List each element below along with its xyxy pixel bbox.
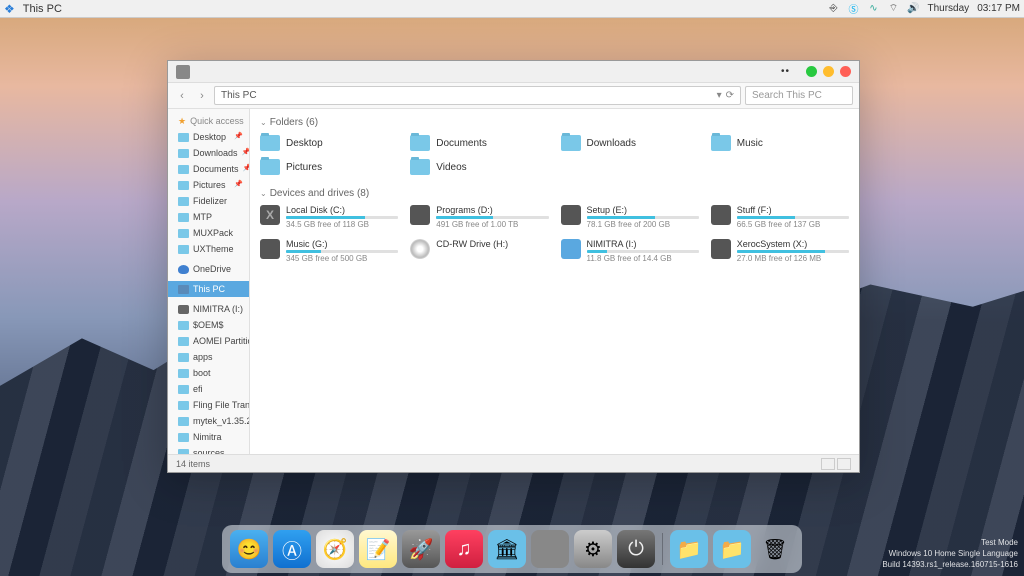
menubar-title[interactable]: This PC bbox=[23, 3, 62, 15]
content-pane: ⌄Folders (6) Desktop Documents Downloads Mu… bbox=[250, 109, 859, 454]
search-input[interactable]: Search This PC bbox=[745, 86, 853, 105]
drive-icon bbox=[561, 205, 581, 225]
dock-notes[interactable]: 📝 bbox=[359, 530, 397, 568]
dock-folder3[interactable]: 📁 bbox=[713, 530, 751, 568]
sidebar-item[interactable]: sources bbox=[168, 445, 249, 454]
tray-icon-1[interactable]: ⎆ bbox=[828, 3, 840, 15]
address-dropdown-icon[interactable]: ▾ bbox=[717, 90, 722, 101]
status-text: 14 items bbox=[176, 459, 210, 469]
folder-icon bbox=[410, 135, 430, 151]
folders-header[interactable]: ⌄Folders (6) bbox=[258, 113, 851, 132]
folder-item[interactable]: Desktop bbox=[258, 132, 400, 154]
sidebar-item[interactable]: Nimitra bbox=[168, 429, 249, 445]
sidebar-item[interactable]: boot bbox=[168, 365, 249, 381]
drive-icon bbox=[711, 205, 731, 225]
sidebar-item[interactable]: UXTheme bbox=[168, 241, 249, 257]
view-icons-button[interactable] bbox=[837, 458, 851, 470]
menubar-day[interactable]: Thursday bbox=[928, 3, 970, 14]
sidebar-item[interactable]: Desktop📌 bbox=[168, 129, 249, 145]
address-text: This PC bbox=[221, 90, 257, 101]
sidebar-item[interactable]: mytek_v1.35.22_setup bbox=[168, 413, 249, 429]
dock-trash[interactable]: 🗑 bbox=[756, 530, 794, 568]
drive-icon bbox=[410, 205, 430, 225]
sidebar-item[interactable]: $OEM$ bbox=[168, 317, 249, 333]
tray-icon-wifi[interactable]: ⌔ bbox=[888, 3, 900, 15]
drive-item[interactable]: Music (G:)345 GB free of 500 GB bbox=[258, 237, 400, 265]
sidebar-this-pc[interactable]: This PC bbox=[168, 281, 249, 297]
dock-itunes[interactable]: ♫ bbox=[445, 530, 483, 568]
sidebar-item[interactable]: Fidelizer bbox=[168, 193, 249, 209]
sidebar-item[interactable]: MUXPack bbox=[168, 225, 249, 241]
sidebar-item[interactable]: Pictures📌 bbox=[168, 177, 249, 193]
titlebar[interactable]: •• bbox=[168, 61, 859, 83]
close-button[interactable] bbox=[840, 66, 851, 77]
drive-icon bbox=[260, 205, 280, 225]
drives-header[interactable]: ⌄Devices and drives (8) bbox=[258, 184, 851, 203]
titlebar-dots: •• bbox=[781, 66, 790, 77]
dock-finder[interactable]: 😊 bbox=[230, 530, 268, 568]
view-details-button[interactable] bbox=[821, 458, 835, 470]
refresh-icon[interactable]: ⟳ bbox=[726, 90, 734, 101]
drive-icon bbox=[711, 239, 731, 259]
folder-icon bbox=[711, 135, 731, 151]
tray-icon-network[interactable]: ∿ bbox=[868, 3, 880, 15]
dock-folder2[interactable]: 📁 bbox=[670, 530, 708, 568]
drive-item[interactable]: Programs (D:)491 GB free of 1.00 TB bbox=[408, 203, 550, 231]
forward-button[interactable]: › bbox=[194, 88, 210, 104]
folder-item[interactable]: Music bbox=[709, 132, 851, 154]
folder-item[interactable]: Downloads bbox=[559, 132, 701, 154]
statusbar: 14 items bbox=[168, 454, 859, 472]
sidebar-onedrive[interactable]: OneDrive bbox=[168, 261, 249, 277]
drive-item[interactable]: CD-RW Drive (H:) bbox=[408, 237, 550, 265]
apple-menu-icon[interactable]: ❖ bbox=[4, 2, 15, 16]
back-button[interactable]: ‹ bbox=[174, 88, 190, 104]
sidebar-item[interactable]: Downloads📌 bbox=[168, 145, 249, 161]
address-bar[interactable]: This PC ▾ ⟳ bbox=[214, 86, 741, 105]
drive-item[interactable]: Local Disk (C:)34.5 GB free of 118 GB bbox=[258, 203, 400, 231]
search-placeholder: Search This PC bbox=[752, 90, 822, 101]
file-explorer-window: •• ‹ › This PC ▾ ⟳ Search This PC ★Quick … bbox=[167, 60, 860, 473]
dock: 😊 Ⓐ 🧭 📝 🚀 ♫ 🏛 ⚙ ⏻ 📁 📁 🗑 bbox=[222, 525, 802, 573]
sidebar-nimitra[interactable]: NIMITRA (I:) bbox=[168, 301, 249, 317]
sidebar-quick-access[interactable]: ★Quick access bbox=[168, 113, 249, 129]
folder-icon bbox=[260, 135, 280, 151]
dock-launchpad[interactable]: 🚀 bbox=[402, 530, 440, 568]
folder-item[interactable]: Pictures bbox=[258, 156, 400, 178]
folder-icon bbox=[410, 159, 430, 175]
watermark: Test Mode Windows 10 Home Single Languag… bbox=[882, 537, 1018, 570]
sidebar-item[interactable]: efi bbox=[168, 381, 249, 397]
sidebar: ★Quick access Desktop📌Downloads📌Document… bbox=[168, 109, 250, 454]
sidebar-item[interactable]: Documents📌 bbox=[168, 161, 249, 177]
drive-item[interactable]: Setup (E:)78.1 GB free of 200 GB bbox=[559, 203, 701, 231]
maximize-button[interactable] bbox=[823, 66, 834, 77]
drive-item[interactable]: Stuff (F:)66.5 GB free of 137 GB bbox=[709, 203, 851, 231]
tray-icon-volume[interactable]: 🔊 bbox=[908, 3, 920, 15]
drive-icon bbox=[260, 239, 280, 259]
sidebar-item[interactable]: apps bbox=[168, 349, 249, 365]
dock-safari[interactable]: 🧭 bbox=[316, 530, 354, 568]
dock-power[interactable]: ⏻ bbox=[617, 530, 655, 568]
dock-separator bbox=[662, 533, 663, 565]
folder-icon bbox=[260, 159, 280, 175]
dock-folder1[interactable]: 🏛 bbox=[488, 530, 526, 568]
dock-mac[interactable] bbox=[531, 530, 569, 568]
drive-icon bbox=[561, 239, 581, 259]
minimize-button[interactable] bbox=[806, 66, 817, 77]
drive-item[interactable]: XerocSystem (X:)27.0 MB free of 126 MB bbox=[709, 237, 851, 265]
folder-item[interactable]: Videos bbox=[408, 156, 550, 178]
folder-item[interactable]: Documents bbox=[408, 132, 550, 154]
sidebar-item[interactable]: MTP bbox=[168, 209, 249, 225]
folder-icon bbox=[561, 135, 581, 151]
sidebar-item[interactable]: Fling File Transfer Setup bbox=[168, 397, 249, 413]
drive-item[interactable]: NIMITRA (I:)11.8 GB free of 14.4 GB bbox=[559, 237, 701, 265]
dock-settings[interactable]: ⚙ bbox=[574, 530, 612, 568]
toolbar: ‹ › This PC ▾ ⟳ Search This PC bbox=[168, 83, 859, 109]
window-icon bbox=[176, 65, 190, 79]
drive-icon bbox=[410, 239, 430, 259]
tray-icon-skype[interactable]: Ⓢ bbox=[848, 3, 860, 15]
menubar-time[interactable]: 03:17 PM bbox=[977, 3, 1020, 14]
menubar: ❖ This PC ⎆ Ⓢ ∿ ⌔ 🔊 Thursday 03:17 PM bbox=[0, 0, 1024, 18]
dock-appstore[interactable]: Ⓐ bbox=[273, 530, 311, 568]
sidebar-item[interactable]: AOMEI Partition Assistant bbox=[168, 333, 249, 349]
